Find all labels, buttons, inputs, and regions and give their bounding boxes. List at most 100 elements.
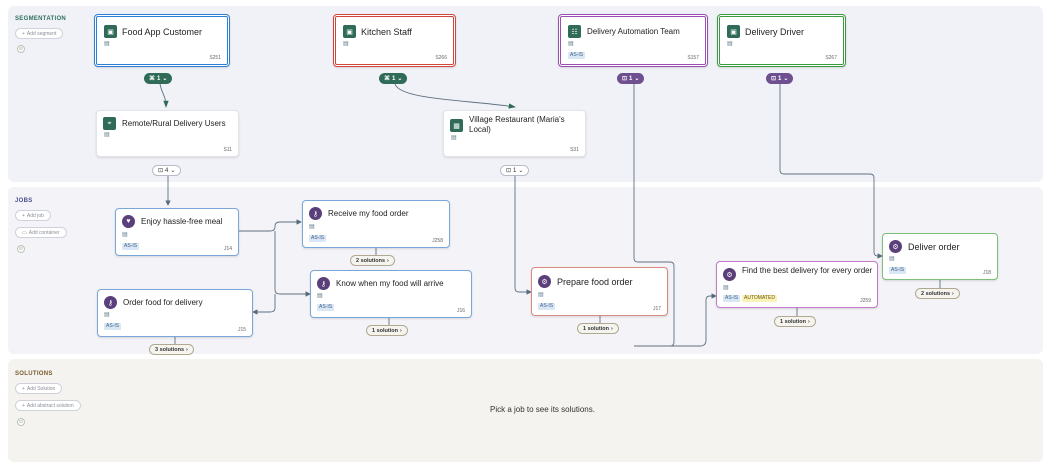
job-title: Prepare food order: [557, 277, 633, 287]
document-icon: ▤: [343, 41, 349, 47]
chevron-right-icon: ›: [387, 257, 389, 264]
segment-card-food-app-customer[interactable]: ▣ Food App Customer ▤ S251: [94, 14, 230, 67]
segmentation-options-icon[interactable]: ⊙: [17, 45, 25, 53]
as-is-tag: AS-IS: [309, 235, 327, 242]
solutions-badge[interactable]: 1 solution ›: [577, 323, 619, 334]
as-is-tag: AS-IS: [889, 267, 907, 274]
segment-card-delivery-automation-team[interactable]: ☷ Delivery Automation Team ▤ AS-IS S157: [558, 14, 708, 67]
chevron-down-icon: ⌄: [634, 76, 640, 82]
solutions-badge[interactable]: 1 solution ›: [366, 325, 408, 336]
segment-expand-badge[interactable]: ⊡ 1 ⌄: [766, 73, 794, 84]
gear-icon: ⚙: [889, 240, 902, 253]
segment-expand-badge[interactable]: ⌘ 1 ⌄: [379, 73, 408, 84]
document-icon: ▤: [309, 224, 315, 230]
add-segment-button[interactable]: + Add segment: [15, 28, 64, 39]
segment-title: Delivery Automation Team: [587, 27, 680, 36]
job-card-order-food-for-delivery[interactable]: ⚷ Order food for delivery ▤ AS-IS J15: [97, 289, 253, 337]
plus-icon: +: [22, 30, 25, 37]
job-card-know-when-food-arrives[interactable]: ⚷ Know when my food will arrive ▤ AS-IS …: [310, 270, 472, 318]
plus-icon: +: [22, 385, 25, 392]
job-id: J14: [223, 246, 232, 252]
job-title: Enjoy hassle-free meal: [141, 217, 223, 226]
job-card-receive-food-order[interactable]: ⚷ Receive my food order ▤ AS-IS J258: [302, 200, 450, 248]
id-card-icon: ▣: [727, 25, 740, 38]
job-id: J258: [432, 238, 443, 244]
segment-expand-badge[interactable]: ⊡ 4 ⌄: [152, 165, 182, 176]
briefcase-icon: ⊡: [506, 168, 512, 174]
segment-title: Kitchen Staff: [361, 27, 412, 37]
solutions-badge[interactable]: 2 solutions ›: [915, 288, 960, 299]
chevron-down-icon: ⌄: [170, 168, 176, 174]
segment-title: Remote/Rural Delivery Users: [122, 119, 226, 128]
job-title: Know when my food will arrive: [336, 279, 444, 288]
key-icon: ⚷: [317, 277, 330, 290]
segment-title: Village Restaurant (Maria's Local): [469, 115, 565, 134]
as-is-tag: AS-IS: [317, 304, 335, 311]
solutions-badge[interactable]: 3 solutions ›: [149, 344, 194, 355]
segment-card-delivery-driver[interactable]: ▣ Delivery Driver ▤ S267: [717, 14, 846, 67]
job-title: Order food for delivery: [123, 298, 203, 307]
document-icon: ▤: [104, 41, 110, 47]
segment-id: S11: [223, 147, 232, 153]
chevron-right-icon: ›: [610, 325, 613, 332]
as-is-tag: AS-IS: [723, 295, 741, 302]
as-is-tag: AS-IS: [104, 323, 122, 330]
edge-village-to-prepare: [514, 176, 532, 295]
chevron-right-icon: ›: [186, 346, 188, 353]
location-pin-icon: ⌖: [103, 117, 116, 130]
document-icon: ▤: [104, 312, 110, 318]
job-card-prepare-food-order[interactable]: ⚙ Prepare food order ▤ AS-IS J17: [531, 267, 668, 316]
as-is-tag: AS-IS: [568, 52, 586, 59]
automated-tag: AUTOMATED: [742, 295, 777, 302]
briefcase-icon: ⊡: [158, 168, 164, 174]
add-abstract-solution-button[interactable]: + Add abstract solution: [15, 400, 81, 411]
job-card-find-best-delivery[interactable]: ⚙ Find the best delivery for every order…: [716, 261, 878, 308]
document-icon: ▤: [122, 232, 128, 238]
chevron-right-icon: ›: [807, 318, 810, 325]
segment-expand-badge[interactable]: ⌘ 1 ⌄: [144, 73, 173, 84]
edge-driver-to-deliver: [779, 84, 883, 259]
chevron-down-icon: ⌄: [162, 76, 168, 82]
chevron-down-icon: ⌄: [397, 76, 403, 82]
job-id: J15: [237, 327, 246, 333]
job-card-enjoy-hassle-free-meal[interactable]: ♥ Enjoy hassle-free meal ▤ AS-IS J14: [115, 208, 239, 256]
team-icon: ☷: [568, 25, 581, 38]
document-icon: ▤: [889, 256, 895, 262]
edge-enjoy-to-order: [252, 294, 276, 315]
job-card-deliver-order[interactable]: ⚙ Deliver order ▤ AS-IS J18: [882, 233, 998, 280]
document-icon: ▤: [104, 132, 110, 138]
segment-card-remote-rural-users[interactable]: ⌖ Remote/Rural Delivery Users ▤ S11: [96, 110, 239, 157]
segment-expand-badge[interactable]: ⊡ 1 ⌄: [500, 165, 530, 176]
briefcase-icon: ⊡: [771, 76, 777, 82]
add-container-button[interactable]: ▭ Add container: [15, 227, 67, 238]
hierarchy-icon: ⌘: [149, 76, 155, 82]
container-icon: ▭: [22, 229, 27, 236]
segment-id: S31: [570, 147, 579, 153]
plus-icon: +: [22, 212, 25, 219]
plus-icon: +: [22, 402, 25, 409]
segment-card-kitchen-staff[interactable]: ▣ Kitchen Staff ▤ S266: [333, 14, 456, 67]
as-is-tag: AS-IS: [538, 303, 556, 310]
key-icon: ⚷: [309, 207, 322, 220]
segment-id: S266: [435, 55, 447, 61]
add-solution-button[interactable]: + Add Solution: [15, 383, 63, 394]
chevron-right-icon: ›: [952, 290, 954, 297]
id-card-icon: ▣: [343, 25, 356, 38]
solutions-badge[interactable]: 1 solution ›: [774, 316, 816, 327]
segment-id: S251: [209, 55, 221, 61]
gear-icon: ⚙: [723, 268, 736, 281]
solutions-options-icon[interactable]: ⊙: [17, 418, 25, 426]
job-id: J17: [652, 306, 661, 312]
segment-expand-badge[interactable]: ⊡ 1 ⌄: [617, 73, 645, 84]
solutions-badge[interactable]: 2 solutions ›: [350, 255, 395, 266]
document-icon: ▤: [723, 285, 729, 291]
briefcase-icon: ⊡: [622, 76, 628, 82]
segment-id: S157: [687, 55, 699, 61]
jobs-options-icon[interactable]: ⊙: [17, 245, 25, 253]
edge-customer-to-remote: [159, 83, 169, 108]
building-icon: ▦: [450, 119, 463, 132]
segment-card-village-restaurant[interactable]: ▦ Village Restaurant (Maria's Local) ▤ S…: [443, 110, 586, 157]
chevron-right-icon: ›: [399, 327, 402, 334]
document-icon: ▤: [451, 135, 457, 141]
add-job-button[interactable]: + Add job: [15, 210, 51, 221]
